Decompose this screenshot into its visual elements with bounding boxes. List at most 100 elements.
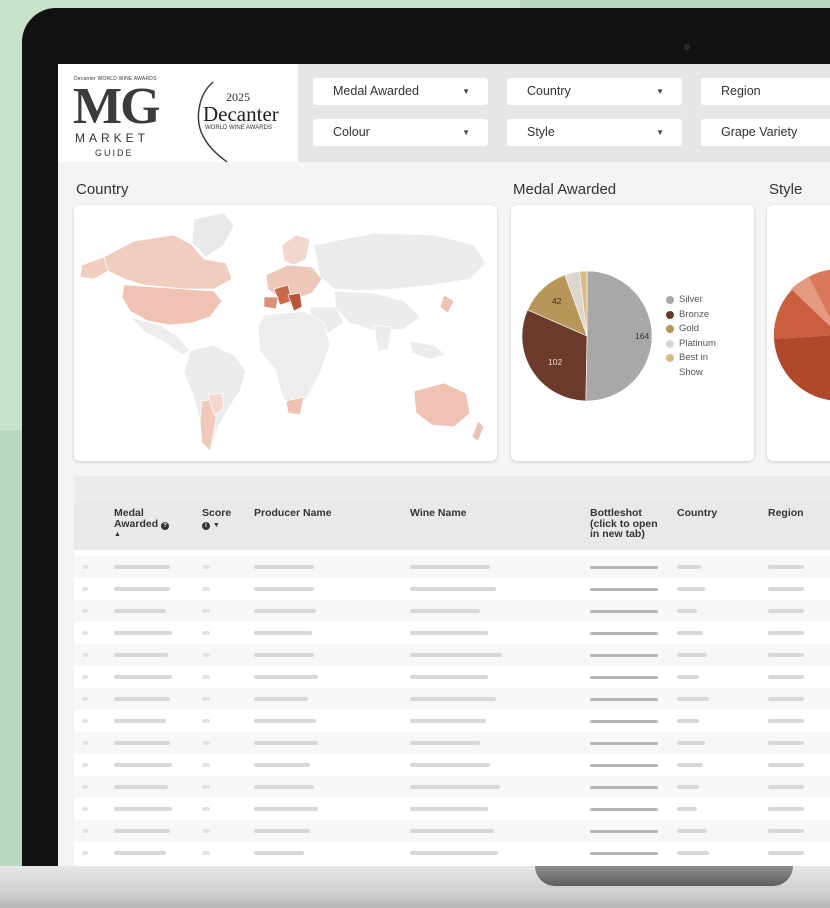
medal-pie-chart[interactable]: 164 102 42 [511,205,661,461]
bottleshot-link[interactable] [590,742,658,745]
column-region[interactable]: Region [768,508,804,519]
table-cell [768,763,804,767]
legend-item[interactable]: Bronze [666,308,729,323]
medal-legend: Silver Bronze Gold Platinum Best in Show [666,293,729,380]
table-cell [768,785,804,789]
bottleshot-link[interactable] [590,720,658,723]
table-cell [677,785,699,789]
table-cell [768,697,804,701]
bottleshot-link[interactable] [590,698,658,701]
table-row[interactable] [74,666,830,688]
medal-awarded-dropdown[interactable]: Medal Awarded ▼ [313,78,488,105]
table-cell [254,807,318,811]
bottleshot-link[interactable] [590,852,658,855]
table-row[interactable] [74,776,830,798]
info-icon[interactable]: ? [161,521,170,530]
table-row[interactable] [74,710,830,732]
table-cell [114,807,172,811]
table-cell [114,631,172,635]
column-producer-name[interactable]: Producer Name [254,508,332,519]
table-cell [677,609,697,613]
table-cell [114,565,170,569]
table-cell [254,675,318,679]
bottleshot-link[interactable] [590,808,658,811]
bottleshot-link[interactable] [590,764,658,767]
colour-dropdown[interactable]: Colour ▼ [313,119,488,146]
table-cell [202,631,210,635]
decanter-logo: Decanter [203,102,279,126]
table-cell [202,807,210,811]
table-cell [114,653,168,657]
table-cell [768,851,804,855]
table-row[interactable] [74,600,830,622]
table-cell [82,807,88,811]
info-icon[interactable]: i [202,521,210,530]
table-cell [410,851,498,855]
column-score[interactable]: Score i ▼ [202,508,231,531]
medal-awarded-card[interactable]: 164 102 42 Silver Bronze Gold Platinum Best in… [511,205,754,461]
table-cell [410,609,480,613]
dashboard-screen: Decanter WORLD WINE AWARDS MG MARKET GUI… [58,64,830,867]
world-map[interactable] [74,205,497,461]
table-cell [82,609,88,613]
table-row[interactable] [74,644,830,666]
table-cell [677,587,705,591]
column-medal-awarded[interactable]: Medal Awarded ? ▲ [114,508,170,541]
table-cell [82,785,88,789]
table-cell [202,565,210,569]
table-row[interactable] [74,842,830,864]
legend-swatch [666,354,674,362]
table-cell [114,609,166,613]
table-cell [410,807,488,811]
bottleshot-link[interactable] [590,632,658,635]
table-cell [410,785,500,789]
table-cell [202,587,210,591]
table-cell [768,829,804,833]
legend-item[interactable]: Best in Show [666,351,729,380]
column-country[interactable]: Country [677,508,717,519]
table-row[interactable] [74,754,830,776]
table-cell [410,565,490,569]
legend-swatch [666,325,674,333]
bottleshot-link[interactable] [590,654,658,657]
table-row[interactable] [74,688,830,710]
bottleshot-link[interactable] [590,566,658,569]
column-wine-name[interactable]: Wine Name [410,508,467,519]
dropdown-caret-icon: ▼ [462,128,470,137]
country-map-card[interactable] [74,205,497,461]
table-row[interactable] [74,798,830,820]
table-cell [410,653,502,657]
decanter-subtitle: WORLD WINE AWARDS [205,125,272,131]
sort-asc-icon[interactable]: ▲ [114,530,169,541]
table-cell [677,763,703,767]
bottleshot-link[interactable] [590,830,658,833]
region-dropdown[interactable]: Region [701,78,830,105]
style-card[interactable] [767,205,830,461]
legend-item[interactable]: Silver [666,293,729,308]
table-cell [114,829,170,833]
table-row[interactable] [74,820,830,842]
column-bottleshot[interactable]: Bottleshot (click to open in new tab) [590,508,658,540]
table-cell [768,631,804,635]
bottleshot-link[interactable] [590,786,658,789]
legend-item[interactable]: Gold [666,322,729,337]
laptop-base [0,888,830,908]
legend-item[interactable]: Platinum [666,337,729,352]
table-row[interactable] [74,578,830,600]
bottleshot-link[interactable] [590,588,658,591]
table-row[interactable] [74,732,830,754]
style-pie-chart[interactable] [767,205,830,461]
wine-results-table: Medal Awarded ? ▲ Score i ▼ Producer Nam… [74,476,830,867]
dashboard-header: Decanter WORLD WINE AWARDS MG MARKET GUI… [58,64,830,163]
table-cell [677,653,707,657]
bottleshot-link[interactable] [590,610,658,613]
country-dropdown[interactable]: Country ▼ [507,78,682,105]
sort-desc-icon[interactable]: ▼ [213,522,220,529]
style-dropdown[interactable]: Style ▼ [507,119,682,146]
grape-variety-dropdown[interactable]: Grape Variety [701,119,830,146]
table-row[interactable] [74,556,830,578]
table-row[interactable] [74,622,830,644]
legend-label: Bronze [679,308,710,320]
table-cell [768,565,804,569]
bottleshot-link[interactable] [590,676,658,679]
